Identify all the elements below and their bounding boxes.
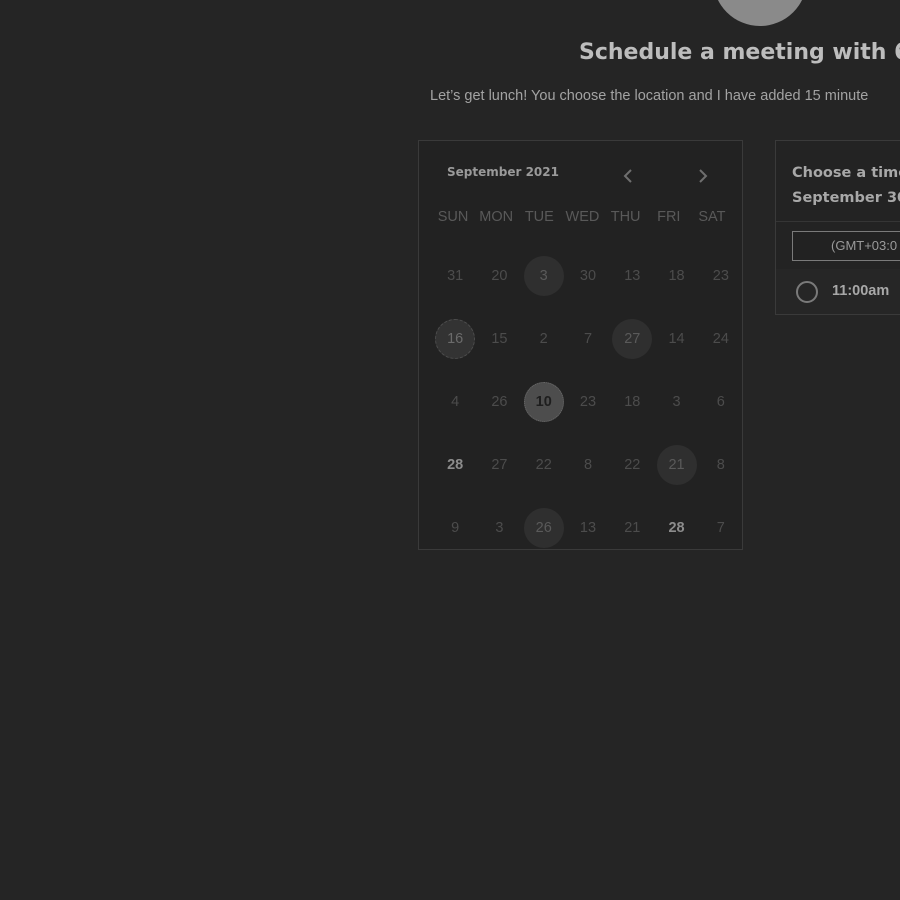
calendar-day: 13 xyxy=(624,268,641,285)
calendar-week: 16 15 2 7 27 14 24 xyxy=(433,308,743,371)
calendar-day: 18 xyxy=(624,393,641,410)
calendar-week: 4 26 10 23 18 3 6 xyxy=(433,371,743,434)
scheduling-page: Schedule a meeting with 6t Let’s get lun… xyxy=(0,0,900,900)
calendar-day: 9 xyxy=(451,519,460,536)
calendar-day-available[interactable]: 27 xyxy=(610,319,654,360)
chevron-left-icon[interactable] xyxy=(619,165,639,187)
calendar-day: 23 xyxy=(712,268,729,285)
calendar-day: 8 xyxy=(716,456,725,473)
weekday-label: TUE xyxy=(524,209,554,225)
weekday-label: WED xyxy=(565,209,600,225)
time-selection-card: Choose a time September 30 (GMT+03:0 11:… xyxy=(775,140,900,315)
weekday-label: SUN xyxy=(437,209,469,225)
calendar-grid: 31 20 3 30 13 18 23 16 15 2 7 27 14 24 4… xyxy=(433,245,743,559)
calendar-day: 22 xyxy=(624,456,641,473)
calendar-day: 31 xyxy=(447,268,464,285)
calendar-day: 6 xyxy=(716,393,725,410)
calendar-week: 9 3 26 13 21 28 7 xyxy=(433,496,743,559)
calendar-day: 2 xyxy=(539,331,548,348)
weekday-label: SAT xyxy=(698,209,726,225)
calendar-month-label: September 2021 xyxy=(447,165,559,179)
calendar-day: 15 xyxy=(491,331,508,348)
weekday-label: MON xyxy=(479,209,514,225)
calendar-day: 3 xyxy=(672,393,681,410)
timezone-select[interactable]: (GMT+03:0 xyxy=(792,231,900,261)
calendar-day-available[interactable]: 21 xyxy=(654,444,698,485)
calendar-day: 13 xyxy=(579,519,597,536)
selected-date-label: September 30 xyxy=(792,190,900,206)
time-panel-heading: Choose a time September 30 xyxy=(792,161,900,211)
time-slot-option[interactable]: 11:00am xyxy=(776,269,900,314)
calendar-day: 26 xyxy=(491,393,508,410)
divider xyxy=(776,221,900,222)
calendar-day: 4 xyxy=(451,393,460,410)
weekday-header: SUN MON TUE WED THU FRI SAT xyxy=(433,209,732,225)
calendar-week: 31 20 3 30 13 18 23 xyxy=(433,245,743,308)
calendar-day: 7 xyxy=(583,331,593,348)
calendar-day: 30 xyxy=(579,268,597,285)
calendar-week: 28 27 22 8 22 21 8 xyxy=(433,433,743,496)
page-title: Schedule a meeting with 6t xyxy=(579,40,900,65)
time-panel-heading-line: Choose a time xyxy=(792,165,900,181)
calendar-day: 21 xyxy=(624,519,641,536)
calendar-day-selected[interactable]: 10 xyxy=(522,381,566,422)
calendar-day: 20 xyxy=(491,268,508,285)
calendar-day: 28 xyxy=(668,519,685,536)
page-subtitle: Let’s get lunch! You choose the location… xyxy=(430,88,869,104)
chevron-right-icon[interactable] xyxy=(692,165,712,187)
calendar-day: 24 xyxy=(712,331,729,348)
calendar-day: 14 xyxy=(668,331,685,348)
calendar-day-available[interactable]: 3 xyxy=(522,256,566,297)
calendar-day: 8 xyxy=(583,456,593,473)
radio-button-icon[interactable] xyxy=(796,281,818,303)
calendar-day: 27 xyxy=(491,456,508,473)
time-slot-label: 11:00am xyxy=(832,283,890,299)
calendar-day: 23 xyxy=(579,393,597,410)
weekday-label: FRI xyxy=(657,209,681,225)
calendar-day-available[interactable]: 16 xyxy=(433,319,477,360)
calendar-day: 18 xyxy=(668,268,685,285)
calendar-day: 7 xyxy=(716,519,725,536)
calendar-day: 22 xyxy=(535,456,552,473)
calendar-day: 28 xyxy=(447,456,464,473)
weekday-label: THU xyxy=(610,209,641,225)
calendar-day-available[interactable]: 26 xyxy=(522,507,566,548)
host-avatar xyxy=(713,0,807,26)
calendar-card: September 2021 SUN MON TUE WED THU FRI S… xyxy=(418,140,743,550)
calendar-day: 3 xyxy=(495,519,504,536)
